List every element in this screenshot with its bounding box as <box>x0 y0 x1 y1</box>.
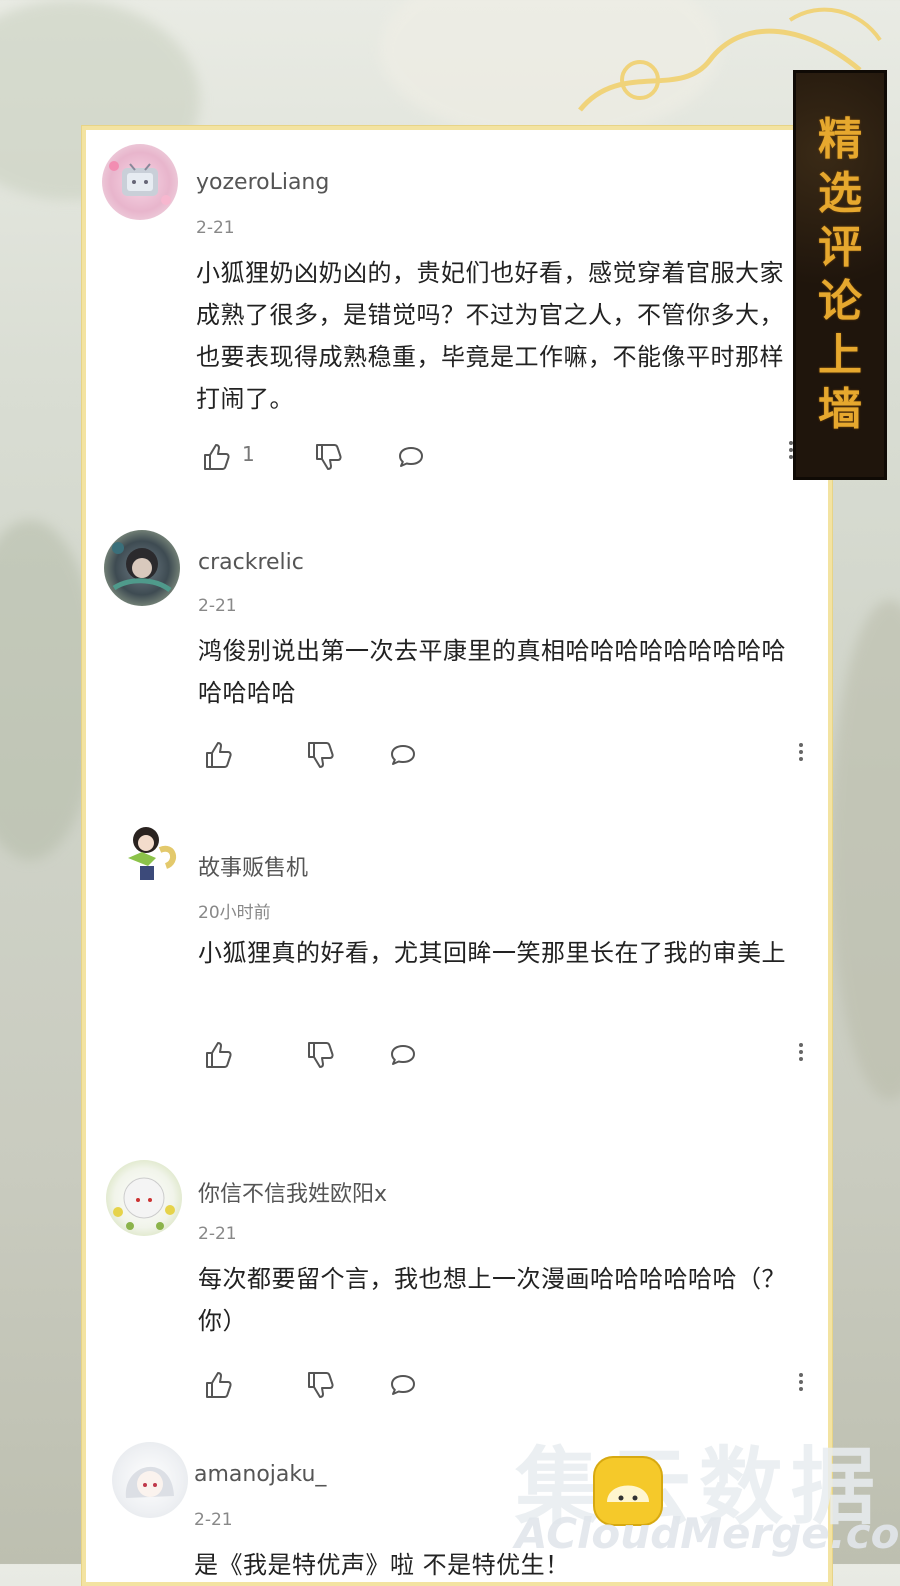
banner-char: 论 <box>818 276 862 327</box>
speech-bubble-icon <box>391 1045 415 1065</box>
username[interactable]: yozeroLiang <box>196 170 329 195</box>
avatar[interactable] <box>104 530 180 606</box>
comment-date: 2-21 <box>194 1510 233 1530</box>
username[interactable]: 故事贩售机 <box>198 850 308 882</box>
thumbs-down-icon <box>308 1042 334 1068</box>
avatar[interactable] <box>112 814 188 890</box>
like-button[interactable]: 1 <box>200 440 255 474</box>
like-count: 1 <box>242 442 255 466</box>
chibi-character-icon <box>128 827 177 880</box>
more-vertical-icon[interactable] <box>786 438 796 468</box>
username[interactable]: crackrelic <box>198 550 304 575</box>
banner-char: 评 <box>818 222 862 273</box>
avatar[interactable] <box>102 144 178 220</box>
comment-text: 每次都要留个言，我也想上一次漫画哈哈哈哈哈哈（？你） <box>198 1265 786 1335</box>
like-button[interactable] <box>202 1368 236 1402</box>
comment-date: 2-21 <box>196 218 235 238</box>
more-vertical-icon[interactable] <box>796 1370 806 1400</box>
more-vertical-icon[interactable] <box>796 1040 806 1070</box>
comment-text: 小狐狸真的好看，尤其回眸一笑那里长在了我的审美上 <box>198 939 786 967</box>
like-button[interactable] <box>202 1038 236 1072</box>
like-button[interactable] <box>202 738 236 772</box>
featured-comments-banner: 精 选 评 论 上 墙 <box>793 70 887 480</box>
reply-button[interactable] <box>394 440 428 474</box>
comment-text: 小狐狸奶凶奶凶的，贵妃们也好看，感觉穿着官服大家成熟了很多，是错觉吗？不过为官之… <box>196 259 784 413</box>
avatar[interactable] <box>112 1442 188 1518</box>
reply-button[interactable] <box>386 1038 420 1072</box>
banner-char: 墙 <box>818 384 862 435</box>
username[interactable]: amanojaku_ <box>194 1462 326 1487</box>
banner-char: 上 <box>818 330 862 381</box>
reply-button[interactable] <box>386 1368 420 1402</box>
thumbs-down-icon <box>308 1372 334 1398</box>
comment-date: 2-21 <box>198 596 237 616</box>
silver-hair-character-icon <box>125 1466 174 1498</box>
speech-bubble-icon <box>391 745 415 765</box>
username[interactable]: 你信不信我姓欧阳x <box>198 1176 387 1208</box>
speech-bubble-icon <box>391 1375 415 1395</box>
dislike-button[interactable] <box>304 738 338 772</box>
thumbs-down-icon <box>308 742 334 768</box>
thumbs-up-icon <box>206 1042 232 1068</box>
comment-actions <box>202 1038 822 1074</box>
comments-card: yozeroLiang 2-21 小狐狸奶凶奶凶的，贵妃们也好看，感觉穿着官服大… <box>82 126 832 1586</box>
comment-text: 鸿俊别说出第一次去平康里的真相哈哈哈哈哈哈哈哈哈哈哈哈哈 <box>198 637 786 707</box>
white-hair-character-icon <box>113 1177 175 1230</box>
comment-actions: 1 <box>200 440 820 476</box>
reply-button[interactable] <box>386 738 420 772</box>
comment-date: 2-21 <box>198 1224 237 1244</box>
dislike-button[interactable] <box>304 1368 338 1402</box>
tv-mascot-icon <box>109 161 171 205</box>
avatar[interactable] <box>106 1160 182 1236</box>
thumbs-up-icon <box>204 444 230 470</box>
more-vertical-icon[interactable] <box>796 740 806 770</box>
comment-actions <box>202 1368 822 1404</box>
dislike-button[interactable] <box>304 1038 338 1072</box>
thumbs-down-icon <box>316 444 342 470</box>
dislike-button[interactable] <box>312 440 346 474</box>
thumbs-up-icon <box>206 742 232 768</box>
comment-actions <box>202 738 822 774</box>
speech-bubble-icon <box>399 447 423 467</box>
banner-char: 精 <box>818 114 862 165</box>
character-portrait-icon <box>112 542 172 593</box>
banner-char: 选 <box>818 168 862 219</box>
comment-date: 20小时前 <box>198 903 271 923</box>
thumbs-up-icon <box>206 1372 232 1398</box>
comment-text: 是《我是特优声》啦 不是特优生！ <box>194 1551 570 1579</box>
